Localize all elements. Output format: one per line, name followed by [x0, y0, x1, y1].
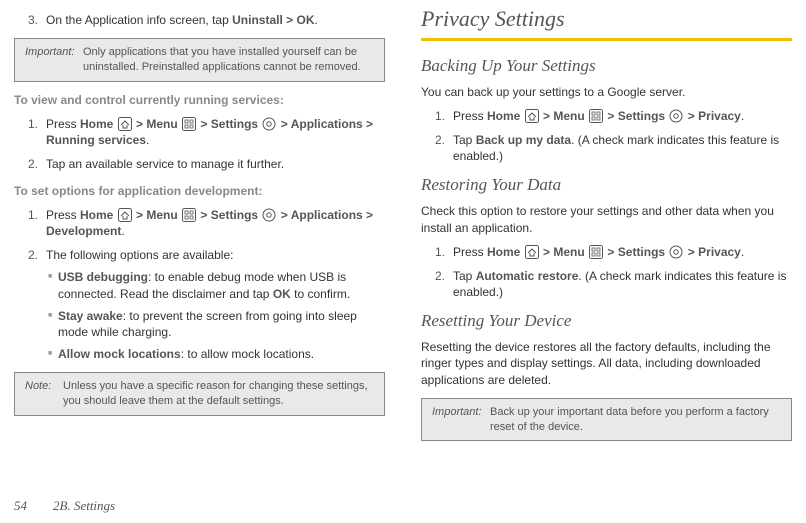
bullet-usb-debugging: ■ USB debugging: to enable debug mode wh…: [48, 269, 385, 301]
heading-underline: [421, 38, 792, 41]
settings-icon: [669, 109, 683, 123]
square-bullet-icon: ■: [48, 346, 58, 362]
heading-backup: Backing Up Your Settings: [421, 55, 792, 78]
menu-icon: [182, 208, 196, 222]
right-column: Privacy Settings Backing Up Your Setting…: [421, 4, 792, 491]
section-label: 2B. Settings: [53, 497, 115, 515]
page-footer: 54 2B. Settings: [14, 497, 792, 515]
restore-step-1: 1. Press Home > Menu > Settings > Privac…: [435, 244, 792, 260]
heading-privacy-settings: Privacy Settings: [421, 4, 792, 34]
square-bullet-icon: ■: [48, 269, 58, 301]
step-body: On the Application info screen, tap Unin…: [46, 12, 318, 28]
note-label: Note:: [25, 379, 63, 409]
note-body: Unless you have a specific reason for ch…: [63, 379, 374, 409]
running-step-2: 2. Tap an available service to manage it…: [28, 156, 385, 172]
dev-step-2: 2. The following options are available:: [28, 247, 385, 263]
home-icon: [525, 245, 539, 259]
heading-development: To set options for application developme…: [14, 183, 385, 199]
dev-step-1: 1. Press Home > Menu > Settings > Applic…: [28, 207, 385, 239]
note-box-dev: Note: Unless you have a specific reason …: [14, 372, 385, 416]
menu-icon: [589, 245, 603, 259]
home-icon: [118, 208, 132, 222]
important-box-reset: Important: Back up your important data b…: [421, 398, 792, 442]
heading-running-services: To view and control currently running se…: [14, 92, 385, 108]
step-number: 3.: [28, 12, 46, 28]
heading-reset: Resetting Your Device: [421, 310, 792, 333]
menu-icon: [589, 109, 603, 123]
left-column: 3. On the Application info screen, tap U…: [14, 4, 385, 491]
settings-icon: [669, 245, 683, 259]
restore-step-2: 2. Tap Automatic restore. (A check mark …: [435, 268, 792, 300]
settings-icon: [262, 208, 276, 222]
note-label: Important:: [25, 45, 83, 75]
heading-restore: Restoring Your Data: [421, 174, 792, 197]
bullet-stay-awake: ■ Stay awake: to prevent the screen from…: [48, 308, 385, 340]
settings-icon: [262, 117, 276, 131]
note-label: Important:: [432, 405, 490, 435]
important-box-uninstall: Important: Only applications that you ha…: [14, 38, 385, 82]
reset-body: Resetting the device restores all the fa…: [421, 339, 792, 388]
backup-step-1: 1. Press Home > Menu > Settings > Privac…: [435, 108, 792, 124]
home-icon: [118, 117, 132, 131]
restore-intro: Check this option to restore your settin…: [421, 203, 792, 235]
home-icon: [525, 109, 539, 123]
step-3: 3. On the Application info screen, tap U…: [28, 12, 385, 28]
running-step-1: 1. Press Home > Menu > Settings > Applic…: [28, 116, 385, 148]
backup-step-2: 2. Tap Back up my data. (A check mark in…: [435, 132, 792, 164]
menu-icon: [182, 117, 196, 131]
page-number: 54: [14, 497, 27, 515]
square-bullet-icon: ■: [48, 308, 58, 340]
backup-intro: You can back up your settings to a Googl…: [421, 84, 792, 100]
note-body: Only applications that you have installe…: [83, 45, 374, 75]
bullet-mock-locations: ■ Allow mock locations: to allow mock lo…: [48, 346, 385, 362]
note-body: Back up your important data before you p…: [490, 405, 781, 435]
